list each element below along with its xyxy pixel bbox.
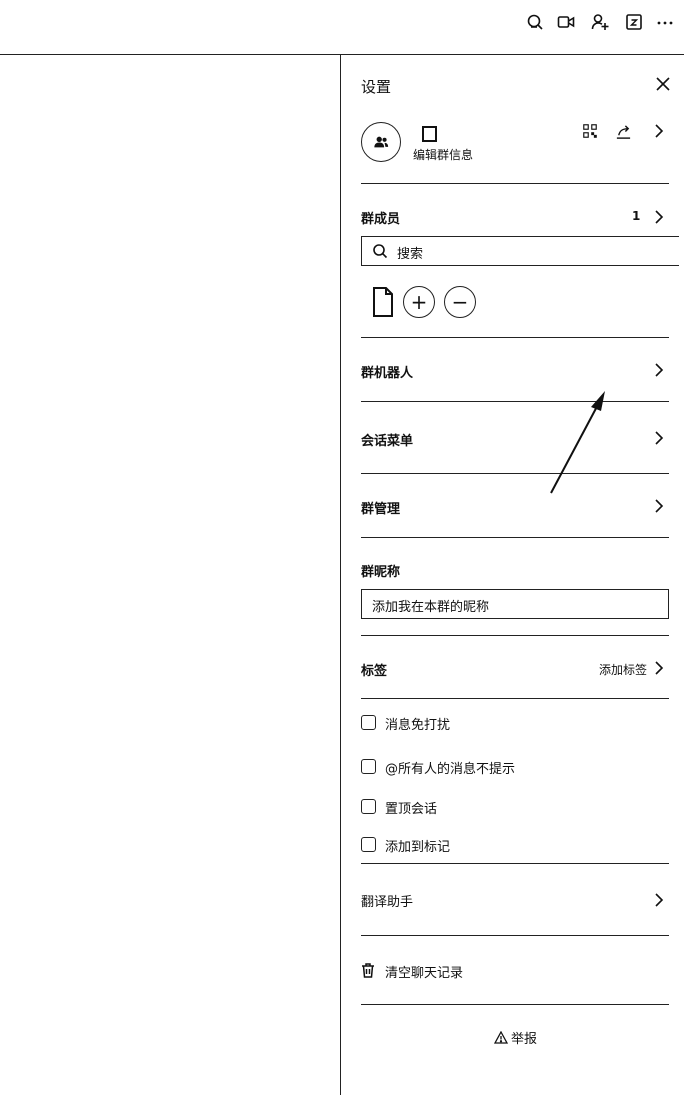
warning-icon xyxy=(494,1031,508,1044)
clear-chat-history-button[interactable]: 清空聊天记录 xyxy=(385,962,463,981)
group-info-chevron-icon[interactable] xyxy=(652,123,666,139)
session-menu-chevron-icon[interactable] xyxy=(652,430,666,446)
divider xyxy=(361,635,669,636)
divider xyxy=(361,698,669,699)
chat-area xyxy=(0,55,341,1095)
add-tag-link[interactable]: 添加标签 xyxy=(599,661,647,678)
chat-search-icon[interactable] xyxy=(525,12,545,32)
group-nickname-input[interactable]: 添加我在本群的昵称 xyxy=(361,589,669,619)
divider xyxy=(361,337,669,338)
add-to-marked-checkbox[interactable] xyxy=(361,837,376,852)
divider xyxy=(361,183,669,184)
top-toolbar xyxy=(0,0,684,55)
members-count: 1 xyxy=(632,209,641,223)
calendar-icon[interactable] xyxy=(624,12,644,32)
mute-label: 消息免打扰 xyxy=(385,718,451,733)
search-icon xyxy=(373,244,388,259)
pin-chat-label: 置顶会话 xyxy=(385,802,438,817)
add-to-marked-label: 添加到标记 xyxy=(385,840,451,855)
divider xyxy=(361,401,669,402)
translate-assistant-item[interactable]: 翻译助手 xyxy=(361,891,413,910)
divider xyxy=(361,1004,669,1005)
search-placeholder: 搜索 xyxy=(397,247,424,262)
tags-chevron-icon[interactable] xyxy=(652,660,666,676)
tags-label: 标签 xyxy=(361,664,388,679)
group-name xyxy=(422,126,437,142)
robots-chevron-icon[interactable] xyxy=(652,362,666,378)
members-label: 群成员 xyxy=(361,212,401,227)
trash-icon xyxy=(362,963,374,978)
mention-all-label: @所有人的消息不提示 xyxy=(385,762,516,777)
annotation-arrow-icon xyxy=(550,391,605,494)
group-robots-item[interactable]: 群机器人 xyxy=(361,362,413,381)
more-icon[interactable] xyxy=(655,12,675,32)
mention-all-checkbox[interactable] xyxy=(361,759,376,774)
divider xyxy=(361,863,669,864)
video-call-icon[interactable] xyxy=(556,12,576,32)
edit-group-info-link[interactable]: 编辑群信息 xyxy=(413,146,473,163)
pin-chat-checkbox[interactable] xyxy=(361,799,376,814)
mute-checkbox[interactable] xyxy=(361,715,376,730)
member-search-input[interactable]: 搜索 xyxy=(361,236,679,266)
panel-title: 设置 xyxy=(361,78,392,96)
remove-member-button[interactable]: − xyxy=(444,286,476,318)
report-label: 举报 xyxy=(511,1032,538,1047)
management-chevron-icon[interactable] xyxy=(652,498,666,514)
qr-code-icon[interactable] xyxy=(582,123,600,141)
share-icon[interactable] xyxy=(615,123,633,141)
session-menu-item[interactable]: 会话菜单 xyxy=(361,430,413,449)
group-management-item[interactable]: 群管理 xyxy=(361,498,400,517)
group-nickname-label: 群昵称 xyxy=(361,565,401,580)
add-member-button[interactable]: + xyxy=(403,286,435,318)
report-button[interactable]: 举报 xyxy=(494,1028,537,1047)
group-icon xyxy=(374,136,389,148)
settings-panel: 设置 编辑群信息 群成员 1 搜索 + − 群机器人 会话菜单 群管理 群昵称 … xyxy=(341,55,684,1095)
add-member-icon[interactable] xyxy=(590,12,610,32)
nickname-placeholder: 添加我在本群的昵称 xyxy=(372,600,490,615)
member-avatar[interactable] xyxy=(371,284,397,318)
group-avatar[interactable] xyxy=(361,122,401,162)
members-chevron-icon[interactable] xyxy=(652,209,666,225)
translate-chevron-icon[interactable] xyxy=(652,892,666,908)
divider xyxy=(361,537,669,538)
close-icon[interactable] xyxy=(654,75,672,93)
divider xyxy=(361,473,669,474)
divider xyxy=(361,935,669,936)
